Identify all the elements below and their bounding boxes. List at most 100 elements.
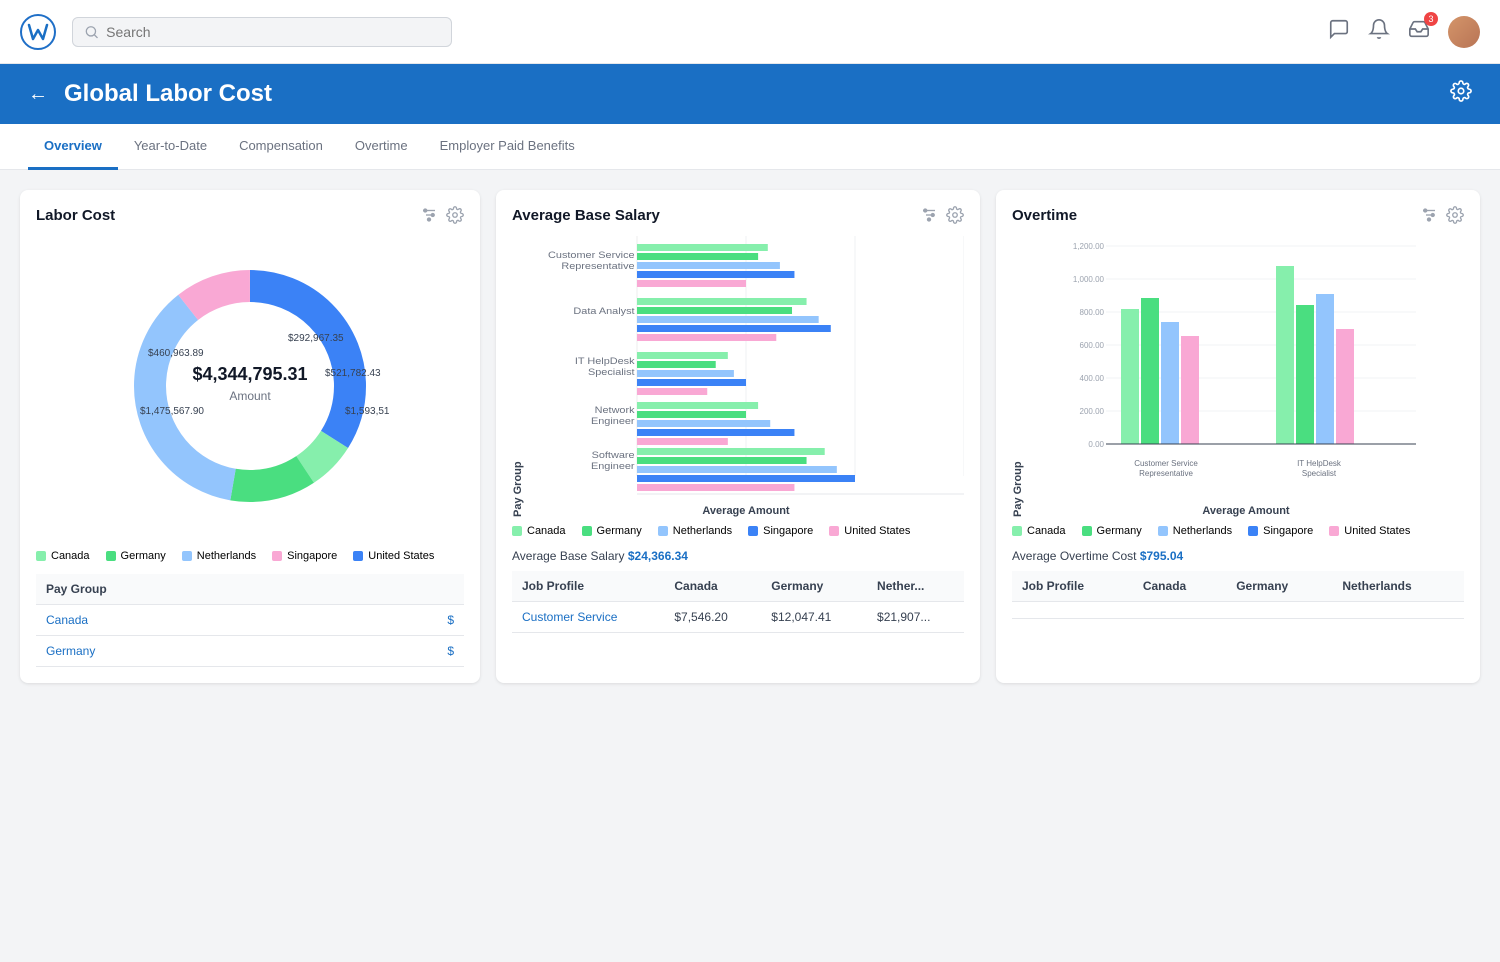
svg-text:Software: Software (592, 451, 635, 461)
avg-base-salary-value: $24,366.34 (628, 549, 688, 563)
tab-benefits[interactable]: Employer Paid Benefits (424, 124, 591, 170)
labor-cost-card: Labor Cost (20, 190, 480, 683)
svg-text:$4,344,795.31: $4,344,795.31 (192, 364, 307, 384)
search-bar[interactable] (72, 17, 452, 47)
svg-text:$1,593,513.74: $1,593,513.74 (345, 406, 390, 417)
main-content: Labor Cost (0, 170, 1500, 703)
tab-overtime[interactable]: Overtime (339, 124, 424, 170)
gear-icon-labor[interactable] (446, 206, 464, 224)
legend-netherlands: Netherlands (182, 550, 256, 562)
netherlands-dot (182, 551, 192, 561)
overtime-legend: Canada Germany Netherlands Singapore Uni… (1012, 525, 1464, 537)
legend-germany-label: Germany (121, 550, 166, 562)
svg-text:Specialist: Specialist (588, 368, 635, 378)
avg-overtime-stat: Average Overtime Cost $795.04 (1012, 549, 1464, 563)
legend-canada: Canada (36, 550, 90, 562)
svg-text:Specialist: Specialist (1302, 469, 1337, 478)
labor-cost-icons[interactable] (420, 206, 464, 224)
overtime-table: Job Profile Canada Germany Netherlands (1012, 571, 1464, 619)
svg-text:Data Analyst: Data Analyst (573, 307, 634, 317)
inbox-icon[interactable]: 3 (1408, 18, 1430, 46)
cs-canada-val: $7,546.20 (664, 602, 761, 633)
overtime-y-axis-label: Pay Group (1012, 236, 1024, 517)
labor-cost-title: Labor Cost (36, 207, 115, 224)
ot-netherlands-col: Netherlands (1332, 571, 1464, 602)
ot-germany-col: Germany (1226, 571, 1332, 602)
nav-icons: 3 (1328, 16, 1480, 48)
salary-legend: Canada Germany Netherlands Singapore Uni… (512, 525, 964, 537)
svg-text:IT HelpDesk: IT HelpDesk (575, 357, 635, 367)
cs-germany-val: $12,047.41 (761, 602, 867, 633)
labor-cost-legend: Canada Germany Netherlands Singapore Uni… (36, 550, 464, 562)
overtime-icons[interactable] (1420, 206, 1464, 224)
canada-row-value: $ (358, 605, 464, 636)
ot-job-profile-col: Job Profile (1012, 571, 1133, 602)
svg-text:$521,782.43: $521,782.43 (325, 368, 381, 379)
salary-x-axis-label: Average Amount (528, 505, 964, 517)
tab-ytd[interactable]: Year-to-Date (118, 124, 223, 170)
svg-text:Amount: Amount (229, 389, 271, 403)
svg-text:1,200.00: 1,200.00 (1073, 242, 1105, 251)
legend-netherlands-label: Netherlands (197, 550, 256, 562)
tab-compensation[interactable]: Compensation (223, 124, 339, 170)
chat-icon[interactable] (1328, 18, 1350, 46)
table-row (1012, 602, 1464, 619)
canada-row-label[interactable]: Canada (36, 605, 358, 636)
ot-canada-col: Canada (1133, 571, 1226, 602)
avg-base-salary-stat: Average Base Salary $24,366.34 (512, 549, 964, 563)
svg-text:400.00: 400.00 (1080, 374, 1105, 383)
overtime-bar-chart: 1,200.00 1,000.00 800.00 600.00 400.00 2… (1028, 236, 1464, 496)
svg-text:200.00: 200.00 (1080, 407, 1105, 416)
labor-cost-table: Pay Group Canada $ Germany $ (36, 574, 464, 667)
pay-group-col-header: Pay Group (36, 574, 358, 605)
salary-chart-area: Pay Group Customer Service Representativ… (512, 236, 964, 517)
settings-button[interactable] (1450, 80, 1472, 108)
gear-icon-salary[interactable] (946, 206, 964, 224)
filter-icon-salary[interactable] (920, 206, 938, 224)
filter-icon-overtime[interactable] (1420, 206, 1438, 224)
tab-overview[interactable]: Overview (28, 124, 118, 170)
customer-service-row[interactable]: Customer Service (512, 602, 664, 633)
page-title: Global Labor Cost (64, 80, 272, 108)
avatar[interactable] (1448, 16, 1480, 48)
search-input[interactable] (106, 24, 439, 40)
overtime-x-axis-label: Average Amount (1028, 505, 1464, 517)
salary-y-axis-label: Pay Group (512, 236, 524, 517)
logo (20, 14, 56, 50)
svg-text:Representative: Representative (1139, 469, 1193, 478)
overtime-card: Overtime Pay Group (996, 190, 1480, 683)
svg-text:$292,967.35: $292,967.35 (288, 333, 344, 344)
legend-canada-label: Canada (51, 550, 90, 562)
avg-salary-table: Job Profile Canada Germany Nether... Cus… (512, 571, 964, 633)
avg-base-salary-icons[interactable] (920, 206, 964, 224)
filter-icon[interactable] (420, 206, 438, 224)
svg-text:0.00: 0.00 (1088, 440, 1104, 449)
svg-text:IT HelpDesk: IT HelpDesk (1297, 459, 1342, 468)
overtime-title: Overtime (1012, 207, 1077, 224)
germany-col: Germany (761, 571, 867, 602)
table-row: Customer Service $7,546.20 $12,047.41 $2… (512, 602, 964, 633)
bell-icon[interactable] (1368, 18, 1390, 46)
donut-chart-container: $292,967.35 $521,782.43 $1,593,513.74 $1… (36, 236, 464, 542)
empty-row (1012, 602, 1464, 619)
legend-us-label: United States (368, 550, 434, 562)
avg-base-salary-card: Average Base Salary Pay Group (496, 190, 980, 683)
inbox-badge: 3 (1424, 12, 1438, 26)
svg-text:Engineer: Engineer (591, 417, 635, 427)
svg-text:Customer Service: Customer Service (1134, 459, 1198, 468)
svg-text:$460,963.89: $460,963.89 (148, 348, 204, 359)
gear-icon-overtime[interactable] (1446, 206, 1464, 224)
back-button[interactable]: ← (28, 83, 48, 106)
svg-text:800.00: 800.00 (1080, 308, 1105, 317)
avg-base-salary-header: Average Base Salary (512, 206, 964, 224)
overtime-chart-area: Pay Group 1,200.00 1,000.00 800.00 600.0… (1012, 236, 1464, 517)
legend-singapore: Singapore (272, 550, 337, 562)
germany-row-label[interactable]: Germany (36, 636, 358, 667)
overtime-header: Overtime (1012, 206, 1464, 224)
svg-text:Customer Service: Customer Service (548, 251, 635, 261)
tabs-bar: Overview Year-to-Date Compensation Overt… (0, 124, 1500, 170)
job-profile-col: Job Profile (512, 571, 664, 602)
svg-text:$1,475,567.90: $1,475,567.90 (140, 406, 204, 417)
header-bar: ← Global Labor Cost (0, 64, 1500, 124)
legend-us: United States (353, 550, 434, 562)
